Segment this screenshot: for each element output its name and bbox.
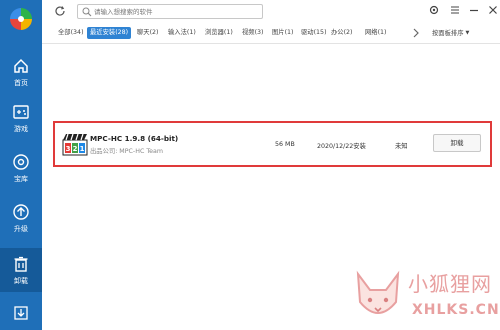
chevron-right-icon[interactable] — [412, 28, 420, 38]
gamepad-icon — [13, 105, 29, 119]
tab-network[interactable]: 网络(1) — [365, 27, 387, 39]
svg-text:3: 3 — [66, 145, 71, 153]
refresh-icon[interactable] — [54, 5, 66, 17]
sort-label: 按面板排序 — [432, 30, 464, 37]
sidebar-item-games[interactable]: 游戏 — [0, 96, 42, 140]
close-icon[interactable] — [487, 4, 499, 16]
sort-dropdown[interactable]: 按面板排序 ▼ — [432, 27, 469, 39]
sidebar: 首页 游戏 宝库 升级 卸载 — [0, 0, 42, 330]
fox-logo-icon — [356, 270, 400, 314]
sidebar-item-label: 首页 — [14, 79, 28, 87]
tab-recent[interactable]: 最近安装(28) — [87, 27, 132, 39]
sidebar-item-treasury[interactable]: 宝库 — [0, 146, 42, 190]
tab-browser[interactable]: 浏览器(1) — [205, 27, 233, 39]
search-box[interactable] — [77, 4, 263, 19]
watermark-url: XHLKS.CN — [412, 302, 500, 318]
trash-icon — [14, 256, 28, 272]
minimize-icon[interactable] — [468, 4, 480, 16]
download-icon — [14, 306, 28, 320]
sidebar-item-label: 升级 — [14, 225, 28, 233]
tab-video[interactable]: 视频(3) — [242, 27, 264, 39]
tab-image[interactable]: 图片(1) — [272, 27, 294, 39]
sidebar-item-home[interactable]: 首页 — [0, 50, 42, 94]
list-item[interactable]: 3 2 1 MPC-HC 1.9.8 (64-bit) 出品公司: MPC-HC… — [53, 121, 492, 167]
sidebar-item-label: 游戏 — [14, 125, 28, 133]
app-usage: 未知 — [395, 143, 408, 150]
app-size: 56 MB — [275, 141, 295, 148]
menu-icon[interactable] — [449, 4, 461, 16]
tab-driver[interactable]: 驱动(15) — [301, 27, 327, 39]
sidebar-download-button[interactable] — [0, 297, 42, 330]
home-icon — [14, 58, 28, 73]
sidebar-item-label: 宝库 — [14, 175, 28, 183]
sidebar-item-upgrade[interactable]: 升级 — [0, 196, 42, 240]
app-install-date: 2020/12/22安装 — [317, 143, 366, 150]
svg-text:1: 1 — [80, 145, 85, 153]
sidebar-item-label: 卸载 — [14, 277, 28, 285]
search-input[interactable] — [94, 6, 260, 17]
disc-icon — [13, 154, 29, 170]
watermark-text: 小狐狸网 — [408, 272, 492, 296]
app-name: MPC-HC 1.9.8 (64-bit) — [90, 134, 179, 143]
tab-input-method[interactable]: 输入法(1) — [168, 27, 196, 39]
settings-icon[interactable] — [428, 4, 440, 16]
tab-all[interactable]: 全部(34) — [58, 27, 84, 39]
upgrade-icon — [13, 204, 29, 220]
svg-text:2: 2 — [73, 145, 78, 153]
app-publisher: 出品公司: MPC-HC Team — [90, 148, 163, 155]
colorful-pinwheel-logo[interactable] — [8, 6, 34, 32]
category-tabs: 全部(34) 最近安装(28) 聊天(2) 输入法(1) 浏览器(1) 视频(3… — [42, 22, 500, 44]
mpc-hc-icon: 3 2 1 — [62, 133, 88, 156]
caret-down-icon: ▼ — [465, 30, 470, 36]
sidebar-item-uninstall[interactable]: 卸载 — [0, 248, 42, 292]
tab-office[interactable]: 办公(2) — [331, 27, 353, 39]
uninstall-button[interactable]: 卸载 — [433, 134, 481, 152]
search-icon — [82, 7, 92, 17]
watermark: 小狐狸网 XHLKS.CN — [348, 262, 500, 330]
tab-chat[interactable]: 聊天(2) — [137, 27, 159, 39]
title-bar — [42, 0, 500, 22]
